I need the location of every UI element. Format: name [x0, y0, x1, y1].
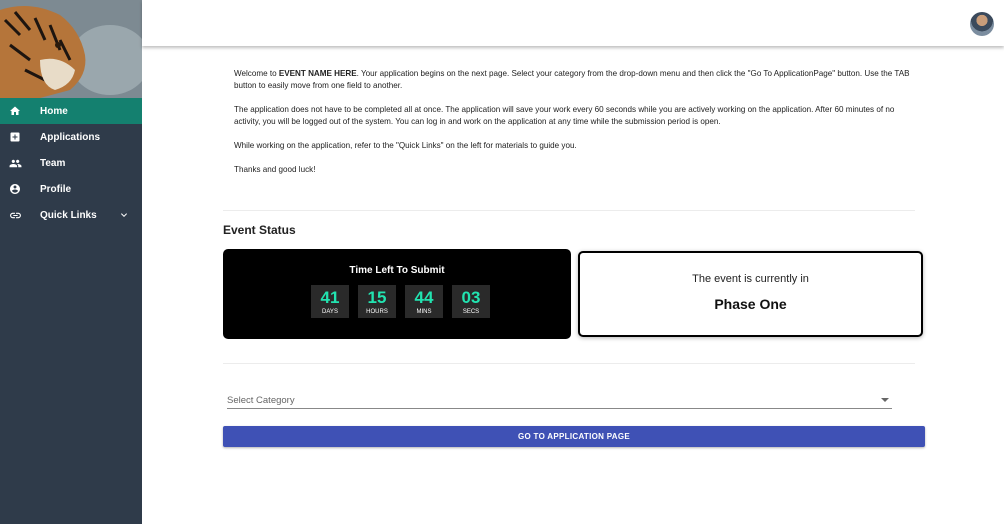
- intro-paragraph-quick-links: While working on the application, refer …: [234, 141, 577, 150]
- phase-value: Phase One: [714, 296, 787, 312]
- category-select-placeholder: Select Category: [227, 395, 295, 406]
- home-icon: [8, 104, 22, 118]
- countdown-secs: 03 SECS: [452, 285, 490, 318]
- sidebar: Home Applications Team Profile Quick Lin…: [0, 0, 142, 524]
- go-to-application-button[interactable]: GO TO APPLICATION PAGE: [223, 426, 925, 447]
- intro-paragraph-welcome: Welcome to EVENT NAME HERE. Your applica…: [234, 69, 910, 90]
- divider: [223, 210, 915, 211]
- event-status-title: Event Status: [223, 223, 296, 237]
- intro-paragraph-thanks: Thanks and good luck!: [234, 165, 316, 174]
- sidebar-item-label: Profile: [40, 183, 72, 195]
- countdown-hours: 15 HOURS: [358, 285, 396, 318]
- chevron-down-icon[interactable]: [118, 209, 130, 221]
- avatar[interactable]: [970, 12, 994, 36]
- sidebar-item-label: Applications: [40, 131, 101, 143]
- applications-icon: [8, 130, 22, 144]
- link-icon: [8, 208, 22, 222]
- phase-label: The event is currently in: [692, 273, 809, 285]
- sidebar-item-home[interactable]: Home: [0, 98, 142, 124]
- sidebar-item-profile[interactable]: Profile: [0, 176, 142, 202]
- intro-paragraph-save: The application does not have to be comp…: [234, 105, 895, 126]
- sidebar-item-applications[interactable]: Applications: [0, 124, 142, 150]
- dropdown-arrow-icon: [881, 398, 889, 402]
- countdown-days: 41 DAYS: [311, 285, 349, 318]
- sidebar-item-quick-links[interactable]: Quick Links: [0, 202, 142, 228]
- intro-text: Welcome to EVENT NAME HERE. Your applica…: [234, 68, 918, 188]
- countdown-title: Time Left To Submit: [349, 265, 445, 276]
- event-name: EVENT NAME HERE: [278, 69, 357, 78]
- category-select[interactable]: Select Category: [227, 390, 892, 409]
- phase-card: The event is currently in Phase One: [578, 251, 923, 337]
- divider: [223, 363, 915, 364]
- countdown-mins: 44 MINS: [405, 285, 443, 318]
- countdown-card: Time Left To Submit 41 DAYS 15 HOURS 44 …: [223, 249, 571, 339]
- team-icon: [8, 156, 22, 170]
- sidebar-item-label: Team: [40, 157, 66, 169]
- banner-image: [0, 0, 142, 98]
- sidebar-item-label: Quick Links: [40, 209, 97, 221]
- sidebar-item-label: Home: [40, 105, 68, 117]
- top-bar: [142, 0, 1004, 46]
- profile-icon: [8, 182, 22, 196]
- sidebar-item-team[interactable]: Team: [0, 150, 142, 176]
